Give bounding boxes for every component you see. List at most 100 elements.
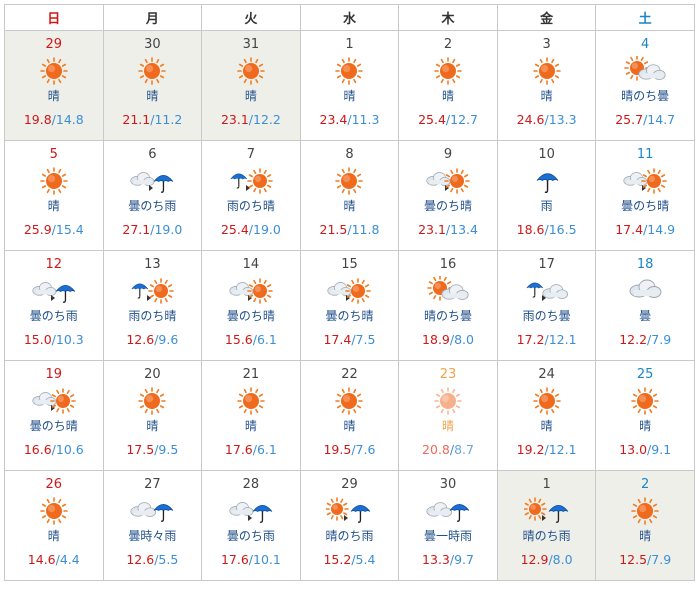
temperature-range: 12.98.0: [521, 552, 573, 567]
calendar-day-cell[interactable]: 21 晴 17.66.1: [201, 360, 301, 471]
calendar-day-cell[interactable]: 12 曇のち雨 15.010.3: [4, 250, 104, 361]
calendar-day-cell[interactable]: 22 晴 19.57.6: [299, 360, 400, 471]
sun-icon: [425, 56, 471, 86]
calendar-day-cell[interactable]: 2 晴 12.57.9: [595, 470, 695, 581]
calendar-day-cell[interactable]: 5 晴 25.915.4: [4, 140, 104, 251]
day-number: 11: [636, 147, 654, 162]
calendar-day-cell[interactable]: 18 曇 12.27.9: [595, 250, 695, 361]
weather-text: 晴: [343, 419, 356, 433]
calendar-day-cell[interactable]: 1 晴のち雨 12.98.0: [496, 470, 597, 581]
cloud-sometimes-rain-icon: [129, 496, 175, 526]
calendar-day-cell[interactable]: 24 晴 19.212.1: [496, 360, 597, 471]
day-number: 6: [148, 147, 157, 162]
high-temp: 23.4: [319, 112, 348, 127]
calendar-day-cell[interactable]: 14 曇のち晴 15.66.1: [201, 250, 301, 361]
weather-text: 晴: [244, 89, 257, 103]
sun-icon: [622, 496, 668, 526]
temperature-range: 19.57.6: [323, 442, 375, 457]
high-temp: 13.0: [619, 442, 648, 457]
high-temp: 21.5: [319, 222, 348, 237]
calendar-day-cell[interactable]: 31 晴 23.112.2: [201, 30, 301, 141]
low-temp: 7.9: [647, 332, 671, 347]
calendar-day-cell[interactable]: 10 雨 18.616.5: [496, 140, 597, 251]
calendar-day-cell[interactable]: 7 雨のち晴 25.419.0: [201, 140, 301, 251]
calendar-day-cell[interactable]: 26 晴 14.64.4: [4, 470, 104, 581]
high-temp: 12.9: [520, 552, 549, 567]
weather-text: 曇のち晴: [29, 419, 78, 433]
calendar-day-cell[interactable]: 8 晴 21.511.8: [299, 140, 400, 251]
temperature-range: 20.88.7: [422, 442, 474, 457]
low-temp: 12.1: [544, 332, 576, 347]
calendar-day-cell[interactable]: 30 曇一時雨 13.39.7: [398, 470, 498, 581]
calendar-day-cell[interactable]: 11 曇のち晴 17.414.9: [595, 140, 695, 251]
temperature-range: 21.511.8: [320, 222, 380, 237]
day-number: 20: [144, 367, 161, 382]
day-number: 27: [144, 477, 161, 492]
day-number: 29: [341, 477, 358, 492]
weather-text: 曇のち雨: [29, 309, 78, 323]
day-number: 30: [439, 477, 457, 492]
high-temp: 17.6: [220, 552, 249, 567]
calendar-day-cell[interactable]: 29 晴のち雨 15.25.4: [299, 470, 400, 581]
high-temp: 12.5: [619, 552, 648, 567]
weather-text: 晴: [47, 529, 60, 543]
calendar-day-cell[interactable]: 17 雨のち曇 17.212.1: [496, 250, 597, 361]
calendar-day-cell[interactable]: 29 晴 19.814.8: [4, 30, 104, 141]
calendar-day-cell[interactable]: 16 晴のち曇 18.98.0: [398, 250, 498, 361]
weather-text: 晴: [442, 419, 455, 433]
low-temp: 9.6: [154, 332, 178, 347]
high-temp: 19.2: [516, 442, 545, 457]
temperature-range: 15.66.1: [225, 332, 277, 347]
calendar-day-cell[interactable]: 4 晴のち曇 25.714.7: [595, 30, 695, 141]
sun-icon: [326, 56, 372, 86]
calendar-day-cell[interactable]: 19 曇のち晴 16.610.6: [4, 360, 104, 471]
day-number: 30: [144, 37, 161, 52]
temperature-range: 23.112.2: [221, 112, 281, 127]
calendar-day-cell[interactable]: 15 曇のち晴 17.47.5: [299, 250, 400, 361]
calendar-day-cell[interactable]: 23 晴 20.88.7: [398, 360, 498, 471]
low-temp: 14.8: [52, 112, 84, 127]
calendar-week-row: 12 曇のち雨 15.010.3 13 雨のち晴 12.69.6: [4, 250, 695, 361]
sun-icon: [228, 56, 274, 86]
weather-text: 晴のち雨: [325, 529, 374, 543]
low-temp: 5.5: [154, 552, 178, 567]
calendar-day-cell[interactable]: 13 雨のち晴 12.69.6: [102, 250, 203, 361]
calendar-day-cell[interactable]: 6 曇のち雨 27.119.0: [102, 140, 203, 251]
low-temp: 19.0: [249, 222, 281, 237]
weather-text: 雨のち晴: [226, 199, 275, 213]
day-number: 9: [443, 147, 453, 162]
temperature-range: 19.814.8: [24, 112, 84, 127]
temperature-range: 15.25.4: [323, 552, 375, 567]
high-temp: 13.3: [422, 552, 450, 567]
temperature-range: 27.119.0: [122, 222, 182, 237]
day-number: 3: [542, 37, 551, 52]
weather-text: 雨のち晴: [128, 309, 177, 323]
temperature-range: 16.610.6: [24, 442, 84, 457]
low-temp: 12.1: [544, 442, 576, 457]
temperature-range: 12.27.9: [619, 332, 671, 347]
calendar-day-cell[interactable]: 25 晴 13.09.1: [595, 360, 695, 471]
calendar-day-cell[interactable]: 28 曇のち雨 17.610.1: [201, 470, 301, 581]
low-temp: 11.3: [347, 112, 379, 127]
weather-text: 晴: [639, 529, 652, 543]
calendar-day-cell[interactable]: 9 曇のち晴 23.113.4: [398, 140, 498, 251]
day-number: 5: [49, 147, 58, 162]
weather-text: 曇一時雨: [424, 529, 473, 543]
temperature-range: 12.69.6: [126, 332, 178, 347]
day-number: 29: [45, 37, 63, 52]
temperature-range: 18.616.5: [517, 222, 577, 237]
calendar-day-cell[interactable]: 30 晴 21.111.2: [102, 30, 203, 141]
calendar-day-cell[interactable]: 1 晴 23.411.3: [299, 30, 400, 141]
calendar-day-cell[interactable]: 3 晴 24.613.3: [496, 30, 597, 141]
weather-text: 曇のち晴: [424, 199, 473, 213]
weekday-header-5: 金: [496, 4, 597, 31]
cloud-then-sun-icon: [326, 276, 372, 306]
high-temp: 17.6: [224, 442, 253, 457]
calendar-day-cell[interactable]: 27 曇時々雨 12.65.5: [102, 470, 203, 581]
low-temp: 12.7: [446, 112, 478, 127]
calendar-day-cell[interactable]: 20 晴 17.59.5: [102, 360, 203, 471]
calendar-day-cell[interactable]: 2 晴 25.412.7: [398, 30, 498, 141]
calendar-week-row: 19 曇のち晴 16.610.6 20 晴 17.59.5 21: [4, 360, 695, 471]
temperature-range: 25.714.7: [615, 112, 675, 127]
day-number: 14: [242, 257, 260, 272]
